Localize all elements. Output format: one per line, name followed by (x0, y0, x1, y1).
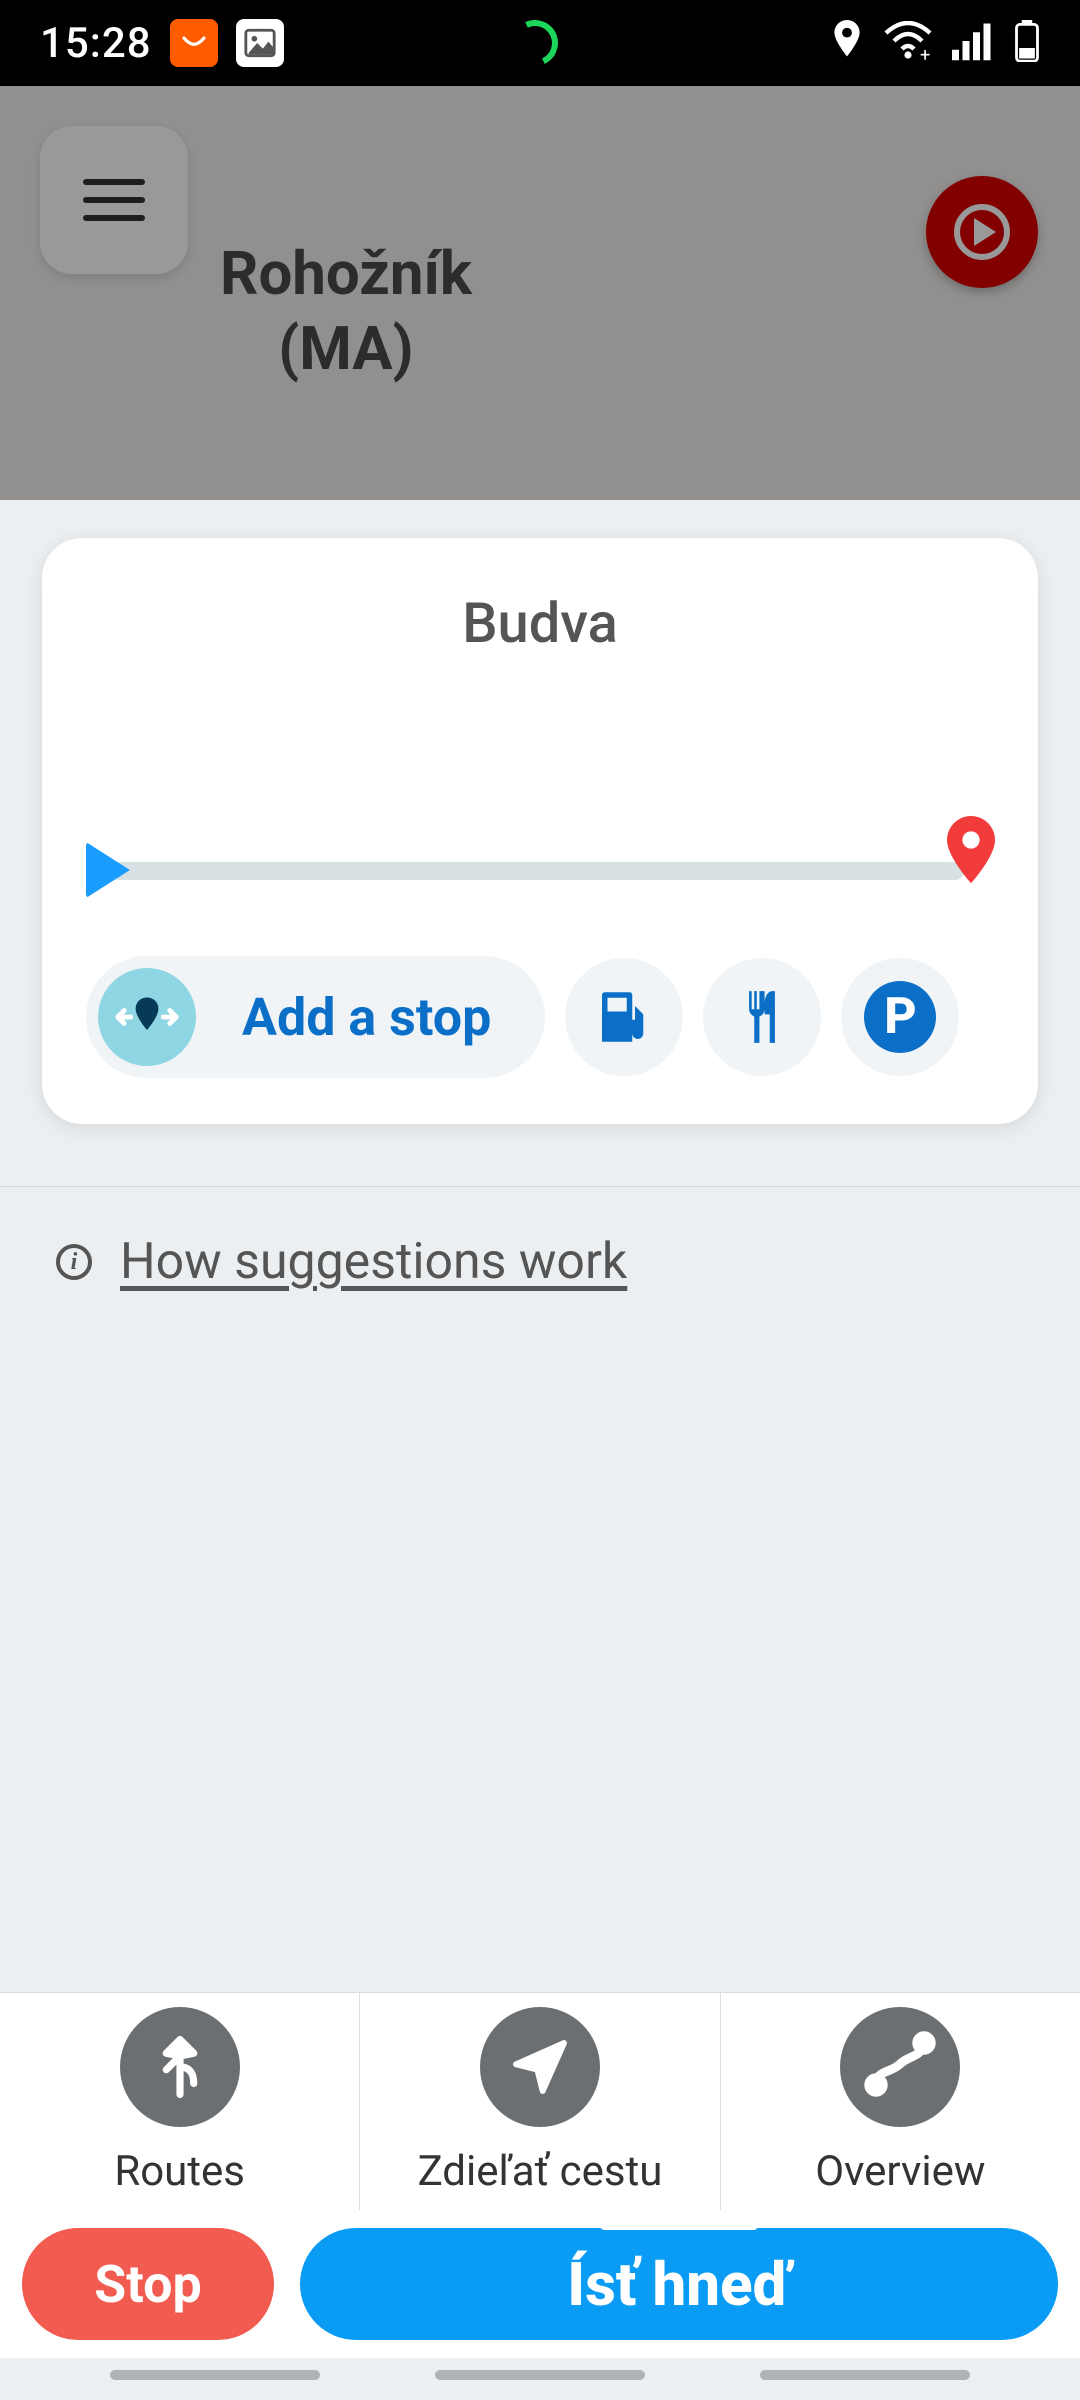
battery-status-icon (1014, 20, 1040, 66)
parking-stop-button[interactable]: P (841, 958, 959, 1076)
tab-share[interactable]: Zdieľať cestu (360, 1993, 720, 2210)
route-card: Budva Add a stop (42, 538, 1038, 1124)
add-stop-icon (98, 968, 196, 1066)
wifi-status-icon: + (884, 21, 932, 65)
food-stop-button[interactable] (703, 958, 821, 1076)
status-time: 15:28 (40, 19, 152, 68)
bottom-tabs: Routes Zdieľať cestu Overview Stop Ísť h… (0, 1992, 1080, 2304)
gesture-bar[interactable] (0, 2370, 1080, 2380)
tab-routes-label: Routes (114, 2147, 245, 2196)
tab-overview[interactable]: Overview (721, 1993, 1080, 2210)
how-suggestions-row[interactable]: i How suggestions work (0, 1186, 1080, 1337)
fuel-icon (591, 984, 657, 1050)
share-icon (480, 2007, 600, 2127)
signal-status-icon (952, 21, 994, 65)
go-now-button[interactable]: Ísť hneď (300, 2228, 1058, 2340)
svg-text:+: + (920, 45, 930, 61)
stop-button[interactable]: Stop (22, 2228, 274, 2340)
add-stop-label: Add a stop (242, 987, 491, 1048)
tab-share-label: Zdieľať cestu (418, 2147, 663, 2196)
routes-icon (120, 2007, 240, 2127)
how-suggestions-link[interactable]: How suggestions work (120, 1233, 627, 1291)
add-stop-button[interactable]: Add a stop (86, 956, 545, 1078)
bottom-sheet: Budva Add a stop (0, 500, 1080, 2400)
location-status-icon (830, 20, 864, 66)
route-start-icon (86, 842, 130, 898)
loading-spinner-icon (505, 14, 564, 73)
status-bar: 15:28 + (0, 0, 1080, 86)
route-end-pin-icon (942, 816, 1000, 892)
food-icon (731, 986, 793, 1048)
info-icon: i (56, 1244, 92, 1280)
go-now-label: Ísť hneď (567, 2249, 790, 2320)
overview-icon (840, 2007, 960, 2127)
fuel-stop-button[interactable] (565, 958, 683, 1076)
notification-app-icon (170, 19, 218, 67)
route-progress[interactable] (86, 806, 994, 916)
gallery-notification-icon (236, 19, 284, 67)
tab-overview-label: Overview (815, 2147, 985, 2196)
tab-routes[interactable]: Routes (0, 1993, 360, 2210)
parking-icon: P (864, 981, 936, 1053)
destination-label: Budva (86, 590, 994, 656)
